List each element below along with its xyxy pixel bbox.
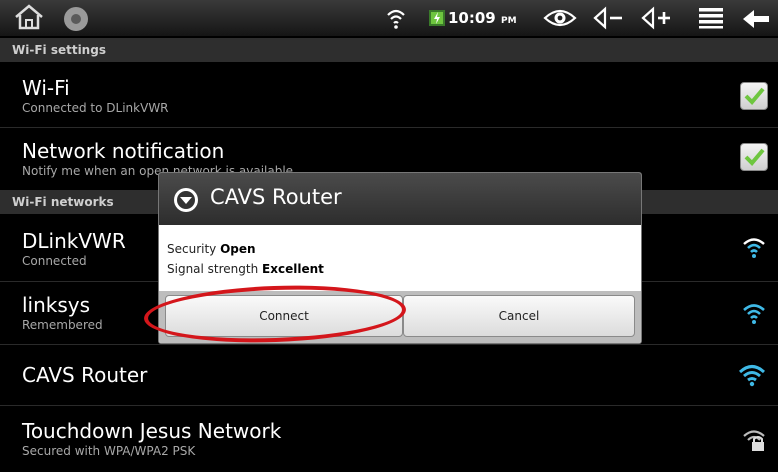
section-header-wifi-settings: Wi-Fi settings: [0, 38, 778, 62]
wifi-signal-icon: [738, 362, 766, 392]
battery-charging-icon: [428, 9, 446, 31]
volume-down-icon[interactable]: [592, 6, 626, 34]
home-icon[interactable]: [14, 3, 44, 35]
wifi-toggle-row[interactable]: Wi-Fi Connected to DLinkVWR: [0, 64, 778, 128]
clock: 10:09 PM: [448, 9, 517, 27]
dialog-header: CAVS Router: [159, 173, 641, 225]
wifi-signal-icon: [742, 235, 766, 263]
dialog-title: CAVS Router: [210, 185, 342, 209]
network-item[interactable]: Touchdown Jesus Network Secured with WPA…: [0, 407, 778, 472]
network-item[interactable]: CAVS Router: [0, 346, 778, 406]
wifi-signal-icon: [742, 301, 766, 329]
cancel-button[interactable]: Cancel: [403, 295, 635, 337]
wifi-signal-icon: [386, 6, 406, 36]
wifi-row-subtitle: Connected to DLinkVWR: [22, 101, 169, 115]
volume-up-icon[interactable]: [640, 6, 674, 34]
wifi-row-title: Wi-Fi: [22, 76, 70, 100]
status-bar: 10:09 PM: [0, 0, 778, 37]
wifi-secured-icon: [742, 427, 766, 457]
back-icon[interactable]: [742, 9, 770, 33]
security-line: Security Open: [167, 242, 256, 256]
network-name: CAVS Router: [22, 363, 148, 387]
network-name: Touchdown Jesus Network: [22, 419, 282, 443]
app-notification-icon[interactable]: [62, 5, 90, 37]
notification-checkbox[interactable]: [740, 143, 768, 171]
wifi-checkbox[interactable]: [740, 82, 768, 110]
notification-row-title: Network notification: [22, 139, 225, 163]
signal-line: Signal strength Excellent: [167, 262, 324, 276]
dialog-details: Security Open Signal strength Excellent: [167, 239, 324, 279]
network-status: Secured with WPA/WPA2 PSK: [22, 444, 196, 458]
menu-icon[interactable]: [698, 7, 724, 33]
eye-icon[interactable]: [543, 6, 577, 34]
wifi-dialog-icon: [173, 187, 199, 217]
